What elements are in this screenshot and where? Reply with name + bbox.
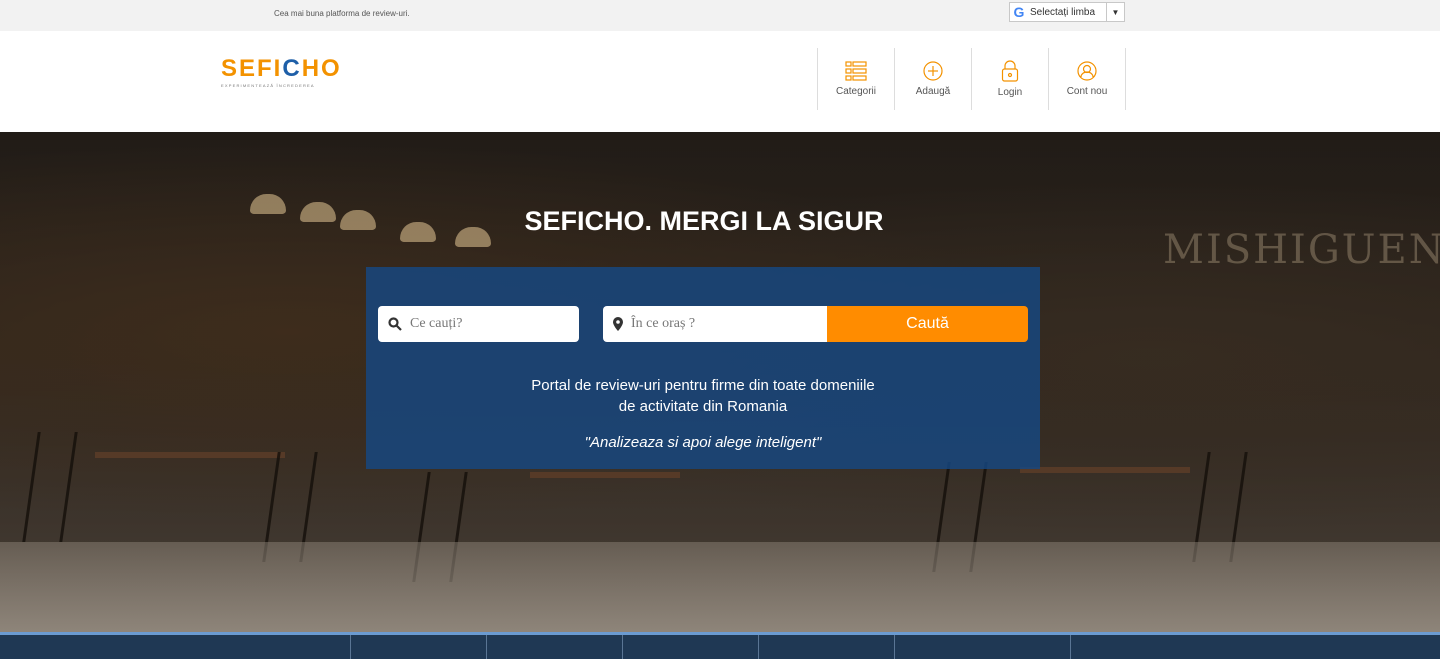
what-search-input[interactable]: Ce cauți? xyxy=(378,306,579,342)
language-selector-label: Selectați limba xyxy=(1030,6,1096,18)
bottom-bar-divider xyxy=(486,635,487,659)
seficho-logo[interactable]: SEFICHO EXPERIMENTEAZĂ ÎNCREDEREA xyxy=(221,55,342,89)
lock-icon xyxy=(1001,60,1019,87)
portal-description-line1: Portal de review-uri pentru firme din to… xyxy=(531,377,875,394)
plus-circle-icon xyxy=(923,61,943,86)
what-search-placeholder: Ce cauți? xyxy=(410,316,463,331)
nav-cont-nou-label: Cont nou xyxy=(1066,86,1108,97)
hero-section: MISHIGUENE SEFICHO. MERGI LA SIGUR Ce ca… xyxy=(0,132,1440,632)
main-nav: Categorii Adaugă Login Cont nou xyxy=(817,48,1126,110)
bottom-nav-bar xyxy=(0,632,1440,659)
nav-categorii[interactable]: Categorii xyxy=(818,48,895,110)
city-search-placeholder: În ce oraș ? xyxy=(631,316,696,331)
bottom-bar-divider xyxy=(622,635,623,659)
list-icon xyxy=(845,61,867,86)
logo-wordmark: SEFICHO xyxy=(221,55,342,82)
top-strip: Cea mai buna platforma de review-uri. G … xyxy=(0,0,1440,31)
nav-login-label: Login xyxy=(997,87,1023,98)
map-marker-icon xyxy=(613,317,623,331)
city-search-input[interactable]: În ce oraș ? xyxy=(603,306,843,342)
bottom-bar-divider xyxy=(758,635,759,659)
search-button[interactable]: Caută xyxy=(827,306,1028,342)
bottom-bar-divider xyxy=(350,635,351,659)
bottom-bar-divider xyxy=(1070,635,1071,659)
language-selector[interactable]: G Selectați limba ▼ xyxy=(1009,2,1125,22)
nav-adauga[interactable]: Adaugă xyxy=(895,48,972,110)
search-icon xyxy=(388,317,402,331)
dropdown-arrow-icon[interactable]: ▼ xyxy=(1106,3,1124,21)
bottom-bar-divider xyxy=(894,635,895,659)
google-icon: G xyxy=(1013,4,1025,20)
nav-cont-nou[interactable]: Cont nou xyxy=(1049,48,1126,110)
nav-categorii-label: Categorii xyxy=(835,86,877,97)
site-tagline: Cea mai buna platforma de review-uri. xyxy=(274,9,410,18)
search-panel: Ce cauți? În ce oraș ? Caută Portal de r… xyxy=(366,267,1040,469)
portal-quote: "Analizeaza si apoi alege inteligent" xyxy=(584,434,822,451)
nav-adauga-label: Adaugă xyxy=(915,86,951,97)
nav-login[interactable]: Login xyxy=(972,48,1049,110)
site-header: SEFICHO EXPERIMENTEAZĂ ÎNCREDEREA Catego… xyxy=(0,31,1440,132)
hero-title: SEFICHO. MERGI LA SIGUR xyxy=(524,206,884,236)
user-icon xyxy=(1077,61,1097,86)
portal-description: Portal de review-uri pentru firme din to… xyxy=(366,375,1040,417)
logo-subtitle: EXPERIMENTEAZĂ ÎNCREDEREA xyxy=(221,83,315,88)
portal-description-line2: de activitate din Romania xyxy=(618,398,788,415)
